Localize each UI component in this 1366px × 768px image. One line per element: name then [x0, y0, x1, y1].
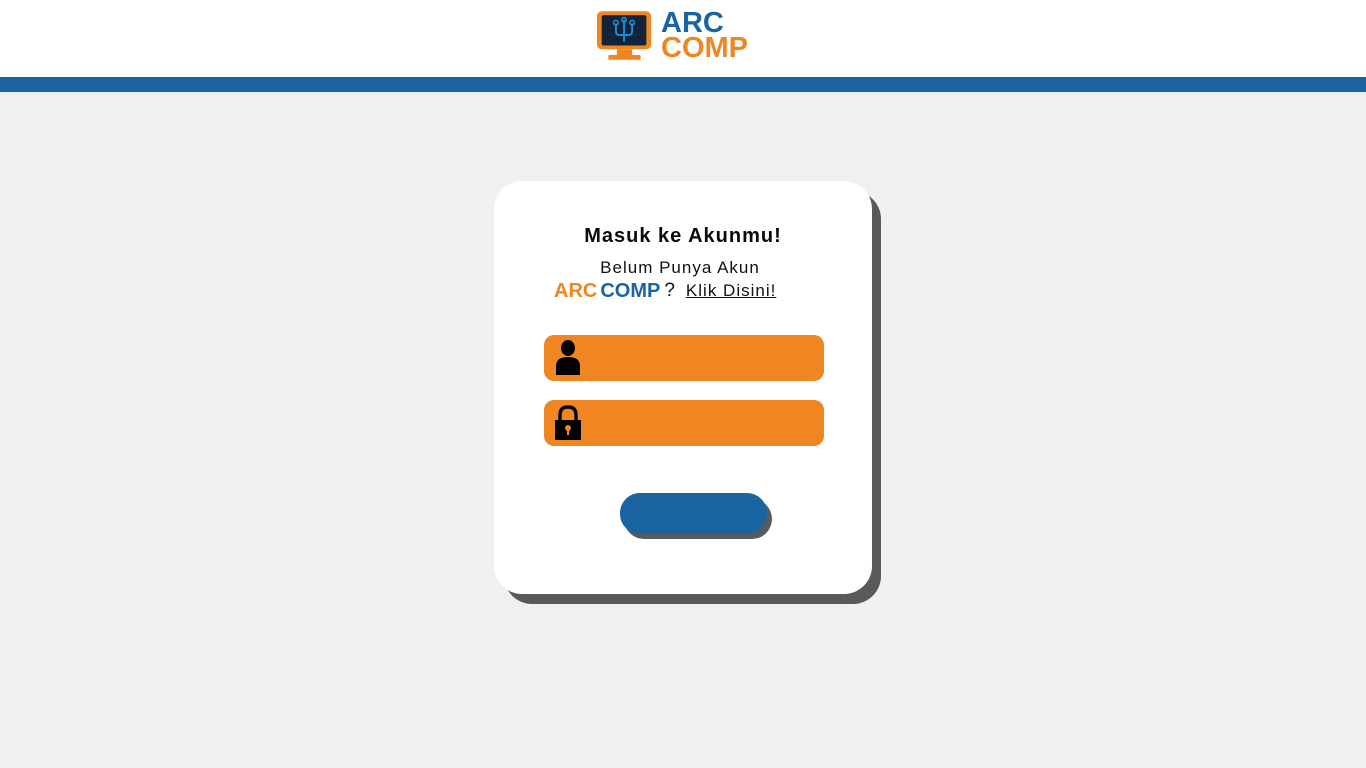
- signup-link[interactable]: Klik Disini!: [686, 281, 776, 301]
- page-header: ARC COMP: [0, 0, 1366, 77]
- login-card: Masuk ke Akunmu! Belum Punya Akun ARC CO…: [494, 181, 872, 594]
- brand-arc: ARC: [554, 279, 598, 302]
- header-accent-bar: [0, 77, 1366, 92]
- login-button[interactable]: [620, 493, 767, 534]
- monitor-circuit-icon: [596, 11, 652, 60]
- logo-wordmark: ARC COMP: [661, 9, 748, 64]
- lock-icon: [555, 405, 581, 440]
- login-title: Masuk ke Akunmu!: [584, 225, 782, 247]
- signup-line: ARC COMP ? Klik Disini!: [554, 278, 776, 304]
- signup-prompt: Belum Punya Akun: [600, 258, 760, 277]
- password-input[interactable]: [581, 400, 824, 446]
- username-input[interactable]: [581, 335, 824, 381]
- arccomp-logo[interactable]: ARC COMP: [596, 9, 748, 65]
- user-icon: [556, 340, 580, 375]
- brand-comp: COMP: [600, 279, 661, 302]
- username-field[interactable]: [544, 335, 824, 381]
- password-field[interactable]: [544, 400, 824, 446]
- question-mark: ?: [664, 280, 675, 301]
- logo-word-comp: COMP: [661, 32, 748, 64]
